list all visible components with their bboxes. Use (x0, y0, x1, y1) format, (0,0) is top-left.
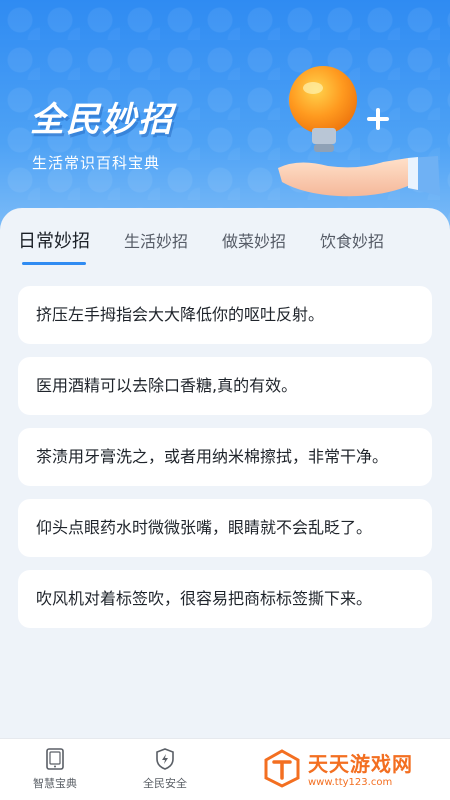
list-item[interactable]: 吹风机对着标签吹，很容易把商标标签撕下来。 (18, 570, 432, 628)
watermark-url: www.tty123.com (308, 777, 393, 788)
watermark: 天天游戏网 www.tty123.com (262, 748, 413, 788)
tab-diet[interactable]: 饮食妙招 (320, 228, 384, 252)
list-item[interactable]: 挤压左手拇指会大大降低你的呕吐反射。 (18, 286, 432, 344)
category-tabs: 日常妙招 生活妙招 做菜妙招 饮食妙招 (0, 208, 450, 272)
app-title: 全民妙招 (30, 100, 174, 140)
nav-label-safety: 全民安全 (143, 777, 187, 790)
watermark-title: 天天游戏网 (308, 752, 413, 776)
nav-safety[interactable]: 全民安全 (110, 739, 220, 800)
nav-label-wisdom: 智慧宝典 (33, 777, 77, 790)
tab-daily[interactable]: 日常妙招 (18, 227, 90, 265)
list-item[interactable]: 茶渍用牙膏洗之，或者用纳米棉擦拭，非常干净。 (18, 428, 432, 486)
nav-wisdom[interactable]: 智慧宝典 (0, 739, 110, 800)
tab-cooking[interactable]: 做菜妙招 (222, 228, 286, 252)
sparkle-icon (367, 108, 389, 130)
watermark-logo-icon (264, 749, 300, 788)
list-item[interactable]: 医用酒精可以去除口香糖,真的有效。 (18, 357, 432, 415)
book-icon (46, 748, 64, 770)
tips-list: 挤压左手拇指会大大降低你的呕吐反射。 医用酒精可以去除口香糖,真的有效。 茶渍用… (0, 272, 450, 628)
list-item[interactable]: 仰头点眼药水时微微张嘴，眼睛就不会乱眨了。 (18, 499, 432, 557)
tab-life[interactable]: 生活妙招 (124, 228, 188, 252)
lightbulb-hand-illustration (278, 66, 440, 197)
app-subtitle: 生活常识百科宝典 (32, 154, 161, 172)
shield-icon (156, 748, 174, 770)
main-content: 日常妙招 生活妙招 做菜妙招 饮食妙招 挤压左手拇指会大大降低你的呕吐反射。 医… (0, 208, 450, 738)
